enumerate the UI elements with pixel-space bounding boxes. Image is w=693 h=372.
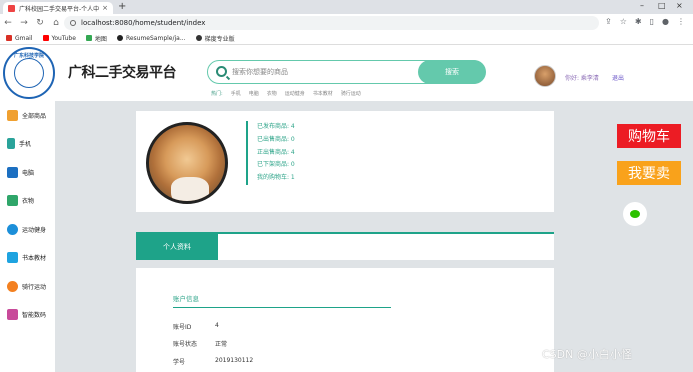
wechat-icon: [630, 210, 640, 218]
laptop-icon: [7, 166, 18, 178]
category-sidebar: 全部商品 手机 电脑 衣物 运动健身 书本教材 骑行运动 智能数码: [0, 101, 55, 372]
profile-icon[interactable]: ●: [662, 17, 669, 26]
new-tab-icon[interactable]: +: [118, 1, 126, 12]
bicycle-icon: [7, 280, 18, 292]
home-icon[interactable]: ⌂: [48, 18, 64, 28]
youtube-icon: [42, 35, 49, 41]
bookmarks-bar: Gmail YouTube 地图 ResumeSample/ja... 梯度专业…: [0, 32, 693, 45]
phone-icon: [7, 138, 15, 150]
close-window-icon[interactable]: ×: [676, 1, 683, 10]
profile-stats: 已发布商品: 4 已出售商品: 0 正出售商品: 4 已下架商品: 0 我的购物…: [246, 121, 295, 185]
maximize-icon[interactable]: □: [658, 1, 666, 10]
hot-tag[interactable]: 书本教材: [313, 90, 333, 97]
hot-tag[interactable]: 骑行运动: [341, 90, 361, 97]
search-box: 搜索: [207, 60, 486, 84]
search-input[interactable]: [232, 66, 402, 78]
search-button[interactable]: 搜索: [418, 60, 486, 84]
account-info-card: 账户信息 账号ID 4 账号状态 正常 学号 2019130112: [136, 268, 554, 372]
stat-removed[interactable]: 已下架商品: 0: [257, 159, 295, 172]
bookmark-tidu[interactable]: 梯度专业版: [195, 34, 235, 43]
browser-tab[interactable]: 广科校园二手交易平台-个人中心 ×: [3, 2, 113, 14]
book-icon: [7, 252, 18, 264]
hot-tag[interactable]: 电脑: [249, 90, 259, 97]
reload-icon[interactable]: ↻: [32, 18, 48, 28]
info-row: 学号 2019130112: [173, 357, 254, 366]
school-logo[interactable]: 广东科技学院: [3, 47, 55, 99]
forward-icon[interactable]: →: [16, 18, 32, 28]
info-row: 账号ID 4: [173, 322, 219, 331]
sidebar-item-digital[interactable]: 智能数码: [0, 301, 55, 330]
back-icon[interactable]: ←: [0, 18, 16, 28]
tab-profile[interactable]: 个人资料: [136, 234, 218, 260]
tab-title: 广科校园二手交易平台-个人中心: [19, 5, 100, 13]
url-bar[interactable]: localhost:8080/home/student/index: [64, 16, 599, 30]
stat-selling[interactable]: 正出售商品: 4: [257, 147, 295, 160]
bookmark-github[interactable]: ResumeSample/ja...: [116, 35, 186, 42]
gmail-icon: [6, 35, 12, 41]
site-favicon-icon: [8, 4, 15, 12]
user-greeting[interactable]: 你好: 乘李清: [565, 73, 599, 82]
stat-published[interactable]: 已发布商品: 4: [257, 121, 295, 134]
stat-cart[interactable]: 我的购物车: 1: [257, 172, 295, 185]
avatar[interactable]: [534, 65, 556, 87]
bookmark-gmail[interactable]: Gmail: [6, 35, 33, 42]
sidebar-item-clothes[interactable]: 衣物: [0, 187, 55, 216]
url-text: localhost:8080/home/student/index: [81, 19, 206, 27]
hot-tag[interactable]: 手机: [231, 90, 241, 97]
bookmark-youtube[interactable]: YouTube: [42, 35, 76, 42]
maps-icon: [85, 35, 92, 41]
hot-tags: 热门: 手机 电脑 衣物 运动健身 书本教材 骑行运动: [211, 90, 361, 97]
site-header: 广东科技学院 广科二手交易平台 搜索 热门: 手机 电脑 衣物 运动健身 书本教…: [0, 45, 693, 101]
extensions-icon[interactable]: ✱: [635, 17, 642, 26]
dumbbell-icon: [7, 223, 18, 235]
tidu-icon: [195, 35, 202, 41]
profile-photo: [146, 122, 228, 204]
store-icon: [7, 109, 18, 121]
hot-tag[interactable]: 运动健身: [285, 90, 305, 97]
site-info-icon[interactable]: [70, 20, 76, 26]
logo-emblem-icon: [14, 58, 44, 88]
sidebar-item-books[interactable]: 书本教材: [0, 244, 55, 273]
bookmark-maps[interactable]: 地图: [85, 34, 107, 43]
profile-card: 已发布商品: 4 已出售商品: 0 正出售商品: 4 已下架商品: 0 我的购物…: [136, 111, 554, 212]
minimize-icon[interactable]: –: [640, 1, 644, 10]
stat-sold[interactable]: 已出售商品: 0: [257, 134, 295, 147]
address-toolbar: ← → ↻ ⌂ localhost:8080/home/student/inde…: [0, 14, 693, 32]
hot-label: 热门:: [211, 91, 223, 97]
wechat-button[interactable]: [623, 202, 647, 226]
browser-tab-strip: 广科校园二手交易平台-个人中心 × + – □ ×: [0, 0, 693, 14]
github-icon: [116, 35, 123, 41]
sidebar-item-all[interactable]: 全部商品: [0, 101, 55, 130]
close-tab-icon[interactable]: ×: [102, 4, 108, 12]
bookmark-star-icon[interactable]: ☆: [620, 17, 627, 26]
devices-icon: [7, 309, 18, 321]
menu-icon[interactable]: ⋮: [677, 17, 685, 26]
sell-button[interactable]: 我要卖: [617, 161, 681, 185]
shirt-icon: [7, 195, 18, 207]
info-row: 账号状态 正常: [173, 341, 228, 348]
hot-tag[interactable]: 衣物: [267, 90, 277, 97]
site-brand[interactable]: 广科二手交易平台: [68, 62, 177, 82]
sidebar-item-phone[interactable]: 手机: [0, 130, 55, 159]
logout-link[interactable]: 退出: [612, 73, 624, 82]
search-icon: [216, 66, 227, 77]
share-icon[interactable]: ⇪: [605, 17, 612, 26]
cart-button[interactable]: 购物车: [617, 124, 681, 148]
main-content: 已发布商品: 4 已出售商品: 0 正出售商品: 4 已下架商品: 0 我的购物…: [55, 101, 693, 372]
section-title: 账户信息: [173, 293, 391, 308]
profile-tabs: 个人资料: [136, 232, 554, 260]
sidebar-item-computer[interactable]: 电脑: [0, 158, 55, 187]
sidepanel-icon[interactable]: ▯: [650, 17, 654, 26]
watermark: CSDN @小白小怪: [542, 348, 632, 361]
sidebar-item-cycling[interactable]: 骑行运动: [0, 272, 55, 301]
sidebar-item-fitness[interactable]: 运动健身: [0, 215, 55, 244]
